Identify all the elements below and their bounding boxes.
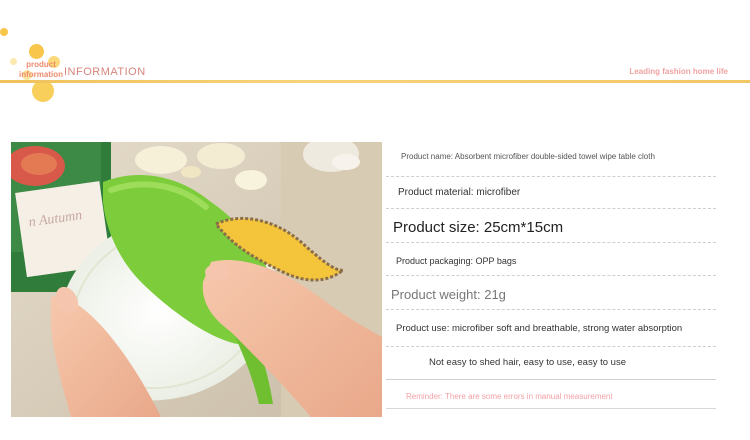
decor-dot [32,80,54,102]
logo-text: product information [14,60,68,80]
spec-name: Product name: Absorbent microfiber doubl… [401,152,655,161]
spec-use-row: Product use: microfiber soft and breatha… [386,316,716,347]
decor-dot [29,44,44,59]
spec-reminder: Reminder: There are some errors in manua… [406,392,613,401]
spec-weight: Product weight: 21g [391,287,506,302]
spec-feature-row: Not easy to shed hair, easy to use, easy… [386,352,716,378]
spec-reminder-row: Reminder: There are some errors in manua… [386,388,716,409]
section-divider [386,379,716,380]
spec-size: Product size: 25cm*15cm [393,219,564,236]
spec-feature: Not easy to shed hair, easy to use, easy… [429,357,626,368]
header-banner: product information INFORMATION Leading … [0,0,750,102]
spec-size-row: Product size: 25cm*15cm [386,212,716,243]
spec-name-row: Product name: Absorbent microfiber doubl… [386,146,716,177]
spec-use: Product use: microfiber soft and breatha… [396,323,683,334]
spec-packaging-row: Product packaging: OPP bags [386,248,716,276]
page-title: INFORMATION [64,66,146,78]
spec-packaging: Product packaging: OPP bags [396,256,517,266]
product-photo-illustration: n Autumn [11,142,382,417]
product-photo: n Autumn [11,142,382,417]
header-divider [0,80,750,83]
spec-material-row: Product material: microfiber [386,180,716,209]
tagline: Leading fashion home life [629,67,728,76]
logo-line1: product [26,60,56,69]
spec-list: Product name: Absorbent microfiber doubl… [386,140,716,420]
decor-dot [0,28,8,36]
logo-line2: information [19,70,63,79]
spec-weight-row: Product weight: 21g [386,280,716,310]
spec-material: Product material: microfiber [398,187,521,198]
